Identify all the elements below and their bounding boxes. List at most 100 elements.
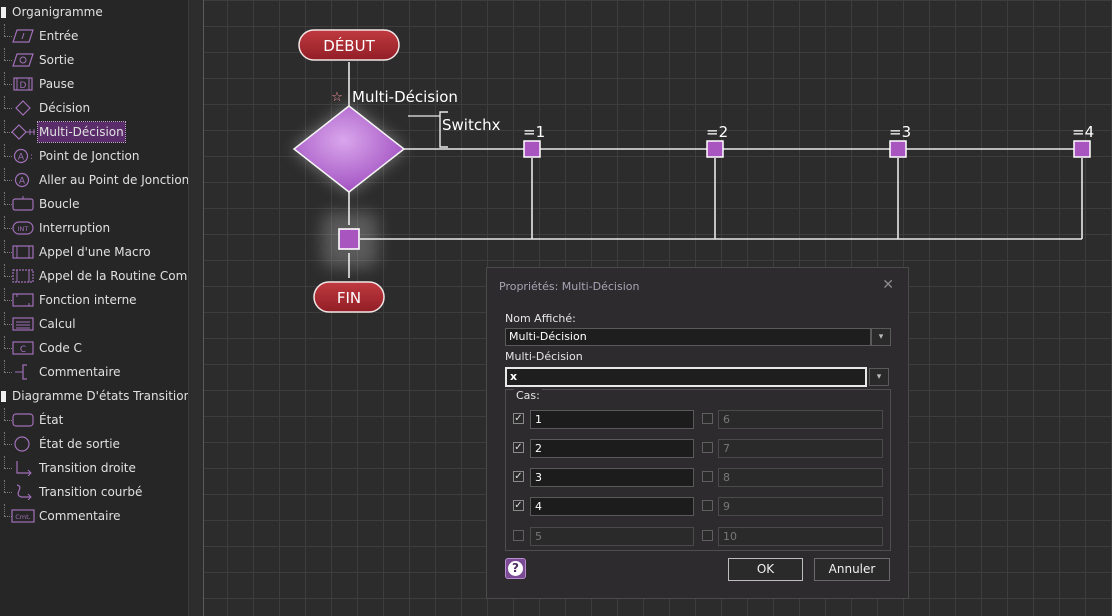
toolbox-item-goto-junction[interactable]: A Aller au Point de Jonction	[0, 168, 188, 190]
output-icon	[11, 52, 35, 68]
toolbox-item-output[interactable]: Sortie	[0, 48, 188, 70]
multi-decision-node[interactable]	[292, 105, 406, 193]
curved-transition-icon	[11, 484, 35, 500]
state-icon	[11, 412, 35, 428]
help-button[interactable]: ?	[505, 558, 526, 579]
merge-node[interactable]	[322, 212, 378, 268]
c-code-icon: C	[11, 340, 35, 356]
star-icon: ☆	[331, 90, 343, 105]
pause-icon: D	[11, 76, 35, 92]
cancel-button[interactable]: Annuler	[814, 558, 890, 581]
case-6-checkbox[interactable]	[702, 413, 713, 424]
start-label: DÉBUT	[323, 36, 375, 55]
calculation-icon	[11, 316, 35, 332]
multi-decision-icon	[11, 124, 35, 140]
decision-diamond-icon	[11, 100, 35, 116]
expression-label: Multi-Décision	[505, 350, 583, 363]
case-label-2: =2	[706, 123, 728, 141]
case-label-1: =1	[523, 123, 545, 141]
group-label: Organigramme	[12, 5, 103, 19]
case-2-checkbox[interactable]: ✓	[513, 442, 524, 453]
chevron-down-icon[interactable]: ▾	[869, 368, 889, 386]
case-4-checkbox[interactable]: ✓	[513, 500, 524, 511]
goto-junction-icon: A	[11, 172, 35, 188]
svg-text:Cmt.: Cmt.	[15, 513, 31, 521]
comment-bracket-icon	[11, 364, 35, 380]
toolbox-group-flowchart[interactable]: Organigramme	[0, 2, 188, 22]
toolbox-item-curved-transition[interactable]: Transition courbé	[0, 480, 188, 502]
case-8-input[interactable]: 8	[718, 468, 883, 487]
svg-text:A: A	[18, 153, 25, 163]
connector-lines	[348, 62, 1083, 278]
panel-splitter[interactable]	[188, 0, 204, 616]
toolbox-item-multi-decision[interactable]: Multi-Décision	[0, 120, 188, 143]
toolbox-item-straight-transition[interactable]: Transition droite	[0, 456, 188, 478]
group-label: Diagramme D'états Transitions	[12, 389, 188, 403]
group-marker	[1, 7, 6, 18]
start-node[interactable]: DÉBUT	[298, 29, 400, 61]
case-node-4[interactable]	[1073, 140, 1091, 158]
case-node-2[interactable]	[706, 140, 724, 158]
svg-text:D: D	[20, 81, 27, 91]
svg-text:A: A	[19, 177, 26, 187]
toolbox-item-routine-call[interactable]: Appel de la Routine Compo	[0, 264, 188, 286]
case-1-checkbox[interactable]: ✓	[513, 413, 524, 424]
group-marker	[1, 391, 6, 402]
case-9-input[interactable]: 9	[718, 497, 883, 516]
end-label: FIN	[337, 289, 361, 307]
toolbox-item-decision[interactable]: Décision	[0, 96, 188, 118]
cases-label: Cas:	[514, 389, 542, 402]
junction-point-icon: A:	[11, 148, 35, 164]
comment-cmt-icon: Cmt.	[11, 508, 35, 524]
exit-state-icon	[11, 436, 35, 452]
close-icon[interactable]: ✕	[882, 277, 894, 293]
toolbox-item-internal-function[interactable]: Fonction interne	[0, 288, 188, 310]
toolbox-group-state-diagram[interactable]: Diagramme D'états Transitions	[0, 386, 188, 406]
toolbox-item-loop[interactable]: Boucle	[0, 192, 188, 214]
routine-call-icon	[11, 268, 35, 284]
svg-text::: :	[30, 152, 33, 162]
toolbox-item-interrupt[interactable]: INT Interruption	[0, 216, 188, 238]
case-node-1[interactable]	[523, 140, 541, 158]
toolbox-item-comment[interactable]: Commentaire	[0, 360, 188, 382]
toolbox-item-c-code[interactable]: C Code C	[0, 336, 188, 358]
toolbox-item-exit-state[interactable]: État de sortie	[0, 432, 188, 454]
dialog-title: Propriétés: Multi-Décision	[499, 280, 640, 293]
toolbox-item-state[interactable]: État	[0, 408, 188, 430]
case-2-input[interactable]: 2	[530, 439, 694, 458]
case-8-checkbox[interactable]	[702, 471, 713, 482]
case-6-input[interactable]: 6	[718, 410, 883, 429]
case-1-input[interactable]: 1	[530, 410, 694, 429]
ok-button[interactable]: OK	[728, 558, 803, 581]
toolbox-item-state-comment[interactable]: Cmt. Commentaire	[0, 504, 188, 526]
case-5-input[interactable]: 5	[530, 527, 694, 546]
case-10-checkbox[interactable]	[702, 530, 713, 541]
toolbox-item-junction-point[interactable]: A: Point de Jonction	[0, 144, 188, 166]
case-3-checkbox[interactable]: ✓	[513, 471, 524, 482]
svg-text:C: C	[20, 345, 26, 355]
name-combo[interactable]: Multi-Décision	[505, 328, 871, 346]
case-5-checkbox[interactable]	[513, 530, 524, 541]
toolbox-item-pause[interactable]: D Pause	[0, 72, 188, 94]
internal-function-icon	[11, 292, 35, 308]
end-node[interactable]: FIN	[313, 281, 385, 313]
name-label: Nom Affiché:	[505, 312, 576, 325]
case-label-4: =4	[1072, 123, 1094, 141]
case-7-input[interactable]: 7	[718, 439, 883, 458]
switch-comment[interactable]: Switchx	[408, 111, 501, 148]
case-4-input[interactable]: 4	[530, 497, 694, 516]
case-7-checkbox[interactable]	[702, 442, 713, 453]
case-label-3: =3	[889, 123, 911, 141]
input-icon	[11, 28, 35, 44]
toolbox-panel: Organigramme Entrée Sortie D Pause Décis…	[0, 0, 188, 616]
svg-text:INT: INT	[18, 225, 29, 233]
case-10-input[interactable]: 10	[718, 527, 883, 546]
case-node-3[interactable]	[889, 140, 907, 158]
toolbox-item-macro-call[interactable]: Appel d'une Macro	[0, 240, 188, 262]
case-9-checkbox[interactable]	[702, 500, 713, 511]
toolbox-item-calculation[interactable]: Calcul	[0, 312, 188, 334]
case-3-input[interactable]: 3	[530, 468, 694, 487]
expression-combo[interactable]: x	[505, 367, 867, 387]
chevron-down-icon[interactable]: ▾	[871, 328, 891, 346]
toolbox-item-input[interactable]: Entrée	[0, 24, 188, 46]
